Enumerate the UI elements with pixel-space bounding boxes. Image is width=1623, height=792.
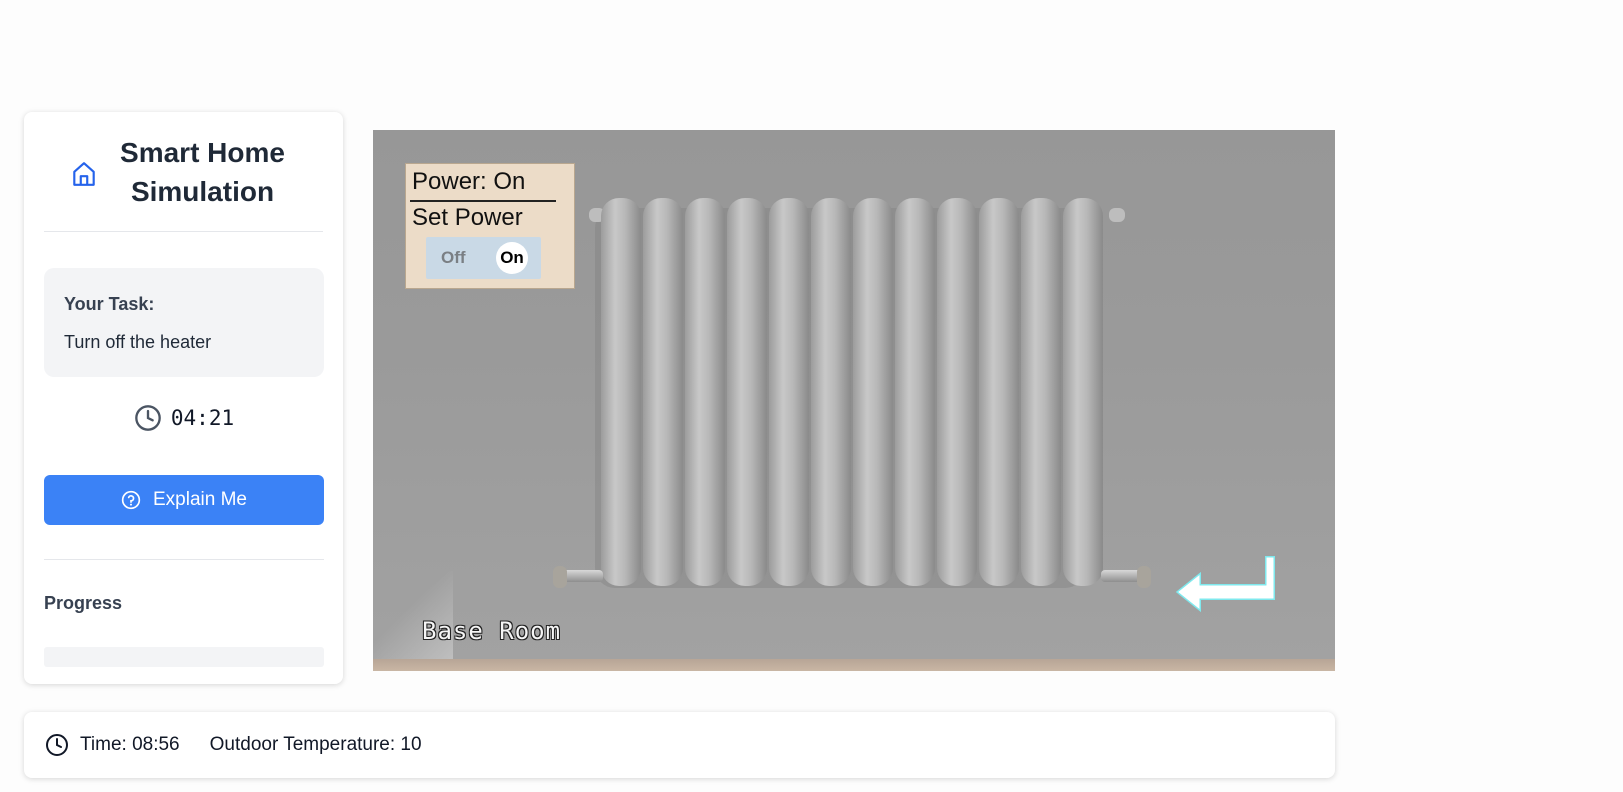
clock-icon	[133, 403, 163, 433]
clock-icon	[44, 732, 70, 758]
sidebar-header: Smart Home Simulation	[44, 112, 323, 232]
toggle-off-label[interactable]: Off	[441, 248, 466, 268]
home-icon	[70, 160, 98, 188]
task-description: Turn off the heater	[64, 332, 212, 352]
panel-divider	[410, 200, 556, 202]
simulation-time: Time: 08:56	[80, 734, 180, 755]
app-title: Smart Home Simulation	[120, 136, 285, 207]
explain-me-button[interactable]: Explain Me	[44, 475, 324, 525]
timer-value: 04:21	[170, 406, 235, 430]
progress-label: Progress	[44, 593, 123, 613]
toggle-on-knob[interactable]: On	[496, 242, 528, 274]
progress-bar	[44, 647, 324, 667]
help-circle-icon	[121, 490, 141, 510]
divider	[44, 559, 324, 560]
room-scene: Power: On Set Power Off On Base Room	[373, 130, 1335, 671]
power-status: Power: On	[412, 168, 526, 195]
outdoor-temperature: Outdoor Temperature: 10	[209, 734, 422, 755]
status-bar: Time: 08:56 Outdoor Temperature: 10	[24, 712, 1335, 778]
explain-me-label: Explain Me	[153, 489, 247, 510]
set-power-label: Set Power	[412, 204, 523, 231]
task-card: Your Task: Turn off the heater	[44, 268, 324, 377]
floor	[373, 659, 1335, 671]
room-label: Base Room	[422, 617, 562, 645]
sidebar-panel: Smart Home Simulation Your Task: Turn of…	[24, 112, 343, 684]
countdown-timer: 04:21	[24, 402, 343, 434]
return-arrow-icon[interactable]	[1175, 552, 1275, 618]
task-heading: Your Task:	[64, 294, 155, 314]
power-toggle[interactable]: Off On	[426, 237, 541, 279]
power-control-panel: Power: On Set Power Off On	[405, 163, 575, 289]
